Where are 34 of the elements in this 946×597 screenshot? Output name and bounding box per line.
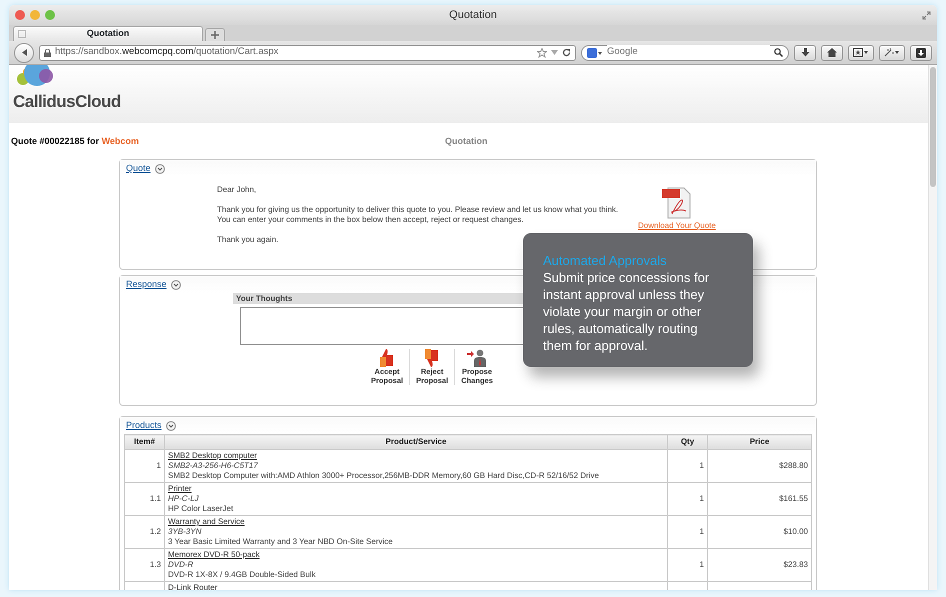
table-cell: 1: [668, 450, 708, 482]
letter-text: You can enter your comments in the box below then accept, reject or request changes.: [217, 215, 525, 225]
table-cell: 1: [668, 548, 708, 582]
table-cell: 1: [668, 482, 708, 516]
column-header: Price: [708, 434, 812, 450]
product-sku: DVD-R: [168, 560, 194, 570]
quote-number: Quote #00022185 for Webcom: [11, 135, 139, 148]
table-cell: $161.55: [708, 482, 812, 516]
letter-text: Thank you again.: [217, 235, 280, 245]
table-cell: $23.83: [708, 548, 812, 582]
page-title: Quotation: [445, 135, 488, 148]
letter-text: Dear John,: [217, 185, 258, 195]
table-cell: 1.3: [124, 548, 164, 582]
letter-text: Thank you for giving us the opportunity to deliver this quote to you. Please review and let us know what you think.: [217, 205, 620, 215]
column-header: Product/Service: [164, 434, 668, 450]
product-description: HP Color LaserJet: [168, 504, 234, 514]
product-sku: 3YB-3YN: [168, 527, 202, 537]
callout-text: Submit price concessions for instant approval unless they violate your margin or other rules, automatically routing them for approval.: [543, 269, 710, 354]
table-cell: 1.2: [124, 516, 164, 548]
window-title: Quotation: [449, 8, 497, 23]
table-cell: $10.00: [708, 516, 812, 548]
table-cell: $288.80: [708, 450, 812, 482]
product-description: SMB2 Desktop Computer with:AMD Athlon 3000+ Processor,256MB-DDR Memory,60 GB Hard Disc,CD-R 52/16/52 Drive: [168, 471, 599, 481]
product-sku: HP-C-LJ: [168, 494, 199, 504]
logo-text: CallidusCloud: [13, 93, 121, 111]
table-cell: 1: [124, 450, 164, 482]
column-header: Qty: [668, 434, 708, 450]
callout-title: Automated Approvals: [543, 253, 667, 269]
table-cell: 1: [668, 516, 708, 548]
table-cell: 1.1: [124, 482, 164, 516]
product-description: 3 Year Basic Limited Warranty and 3 Year NBD On-Site Service: [168, 537, 393, 547]
column-header: Item#: [124, 434, 164, 450]
product-sku: SMB2-A3-256-H6-C5T17: [168, 461, 258, 471]
product-description: DVD-R 1X-8X / 9.4GB Double-Sided Bulk: [168, 570, 316, 580]
